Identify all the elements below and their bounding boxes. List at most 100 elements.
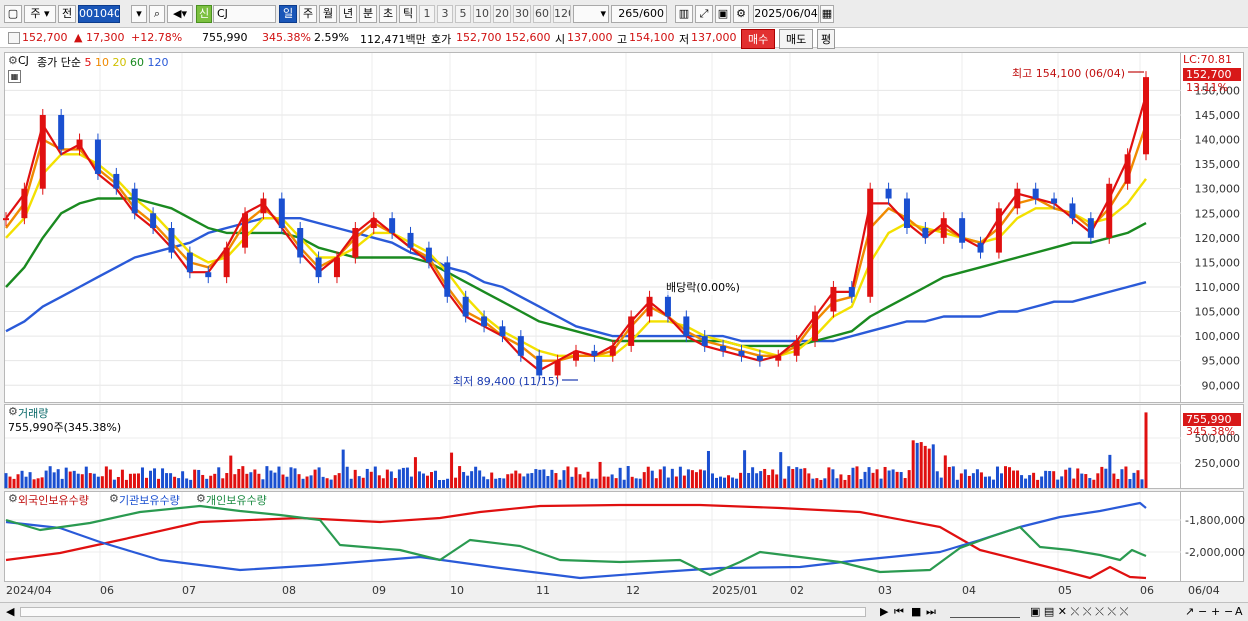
symbol-label: CJ (18, 54, 29, 67)
dividend-label: 배당락(0.00%) (666, 279, 740, 295)
volume-bar (233, 474, 237, 488)
institution-legend: 기관보유수량 (119, 494, 180, 507)
volume-bar (1112, 473, 1116, 488)
volume-bar (149, 470, 153, 488)
volume-bar (157, 478, 161, 488)
volume-bar (895, 471, 899, 488)
legend-ma20: 20 (112, 56, 127, 69)
tool-icons[interactable]: ▣ ▤ ✕ ⤬ ⤬ ⤬ ⤬ ⤬ (1030, 605, 1128, 619)
volume-bar (891, 469, 895, 488)
panel-settings-icon[interactable]: ⚙ (8, 492, 18, 505)
volume-bar (269, 470, 273, 488)
volume-bar (714, 477, 718, 488)
volume-bar (1124, 466, 1128, 488)
x-label: 2024/04 (6, 584, 52, 597)
candle (1051, 198, 1058, 204)
volume-bar (48, 466, 52, 488)
volume-bar (498, 477, 502, 488)
zoom-in-icon[interactable]: + (1211, 605, 1220, 618)
volume-bar (907, 470, 911, 488)
y-tick-label: 115,000 (1195, 256, 1241, 269)
scrollbar-track[interactable] (20, 607, 866, 617)
table-icon[interactable]: ▦ (8, 70, 21, 83)
legend-ma5: 5 (84, 56, 92, 69)
volume-bar (434, 470, 438, 488)
volume-bar (723, 477, 727, 488)
text-size-icon[interactable]: A (1235, 605, 1243, 618)
volume-bar (297, 474, 301, 488)
volume-bar (4, 473, 8, 488)
minus-icon[interactable]: − (1224, 605, 1233, 618)
volume-bar (245, 473, 249, 488)
volume-bar (863, 471, 867, 488)
panel-settings-icon[interactable]: ⚙ (8, 54, 18, 67)
y-tick-label: 100,000 (1195, 330, 1241, 343)
last-icon[interactable]: ⏭ (926, 605, 936, 619)
zoom-out-icon[interactable]: − (1198, 605, 1207, 618)
volume-bar (112, 479, 116, 488)
candle (58, 114, 65, 150)
scroll-left-icon[interactable]: ◀ (6, 605, 14, 618)
volume-bar (578, 474, 582, 488)
volume-bar (329, 479, 333, 488)
volume-bar (799, 468, 803, 488)
candle (462, 296, 469, 317)
volume-bar (819, 479, 823, 488)
volume-bar (313, 469, 317, 488)
volume-bar (381, 478, 385, 488)
volume-bar (104, 466, 108, 488)
volume-bar (205, 478, 209, 488)
volume-bar (165, 473, 169, 488)
y-tick-label: 110,000 (1195, 281, 1241, 294)
volume-bar (566, 466, 570, 488)
y-tick-label: 130,000 (1195, 183, 1241, 196)
volume-bar (144, 477, 148, 488)
volume-bar (128, 473, 132, 488)
volume-bar (377, 475, 381, 488)
settings-icon[interactable]: ⚙ (196, 492, 206, 505)
y-tick-label: 250,000 (1195, 457, 1241, 470)
volume-bar (60, 478, 64, 488)
candle (407, 232, 414, 248)
volume-bar (759, 471, 763, 488)
volume-bar (20, 470, 24, 488)
zoom-slider[interactable] (950, 606, 1020, 618)
volume-bar (999, 473, 1003, 488)
volume-bar (751, 467, 755, 488)
lc-label: LC:70.81 (1183, 53, 1233, 66)
y-tick-label: 120,000 (1195, 232, 1241, 245)
x-label: 04 (962, 584, 976, 597)
x-label: 11 (536, 584, 550, 597)
first-icon[interactable]: ⏮ (894, 605, 904, 619)
stop-icon[interactable]: ■ (911, 605, 921, 618)
volume-bar (482, 476, 486, 488)
y-tick-label: -1,800,000 (1185, 514, 1245, 527)
candle (775, 355, 782, 361)
volume-bar (1108, 454, 1112, 488)
candle (830, 286, 837, 312)
volume-bar (1120, 469, 1124, 488)
volume-bar (662, 466, 666, 488)
settings-icon[interactable]: ⚙ (109, 492, 119, 505)
series-line-120 (5, 216, 1147, 343)
volume-bar (871, 472, 875, 488)
volume-bar (24, 476, 28, 488)
max-price-label: 최고 154,100 (06/04) (1012, 67, 1126, 80)
y-tick-label: 105,000 (1195, 306, 1241, 319)
volume-bar (397, 469, 401, 488)
volume-bar (353, 469, 357, 488)
volume-bar (177, 478, 181, 488)
volume-bar (193, 469, 197, 488)
volume-bar (911, 440, 915, 488)
x-label: 10 (450, 584, 464, 597)
volume-bar (514, 470, 518, 488)
volume-bar (409, 476, 413, 488)
panel-settings-icon[interactable]: ⚙ (8, 405, 18, 418)
volume-bar (28, 472, 32, 488)
candle (756, 355, 763, 361)
volume-bar (739, 472, 743, 488)
tool-line-icon[interactable]: ↗ (1185, 605, 1194, 618)
volume-bar (903, 478, 907, 488)
scroll-right-icon[interactable]: ▶ (880, 605, 888, 618)
volume-bar (44, 470, 48, 488)
